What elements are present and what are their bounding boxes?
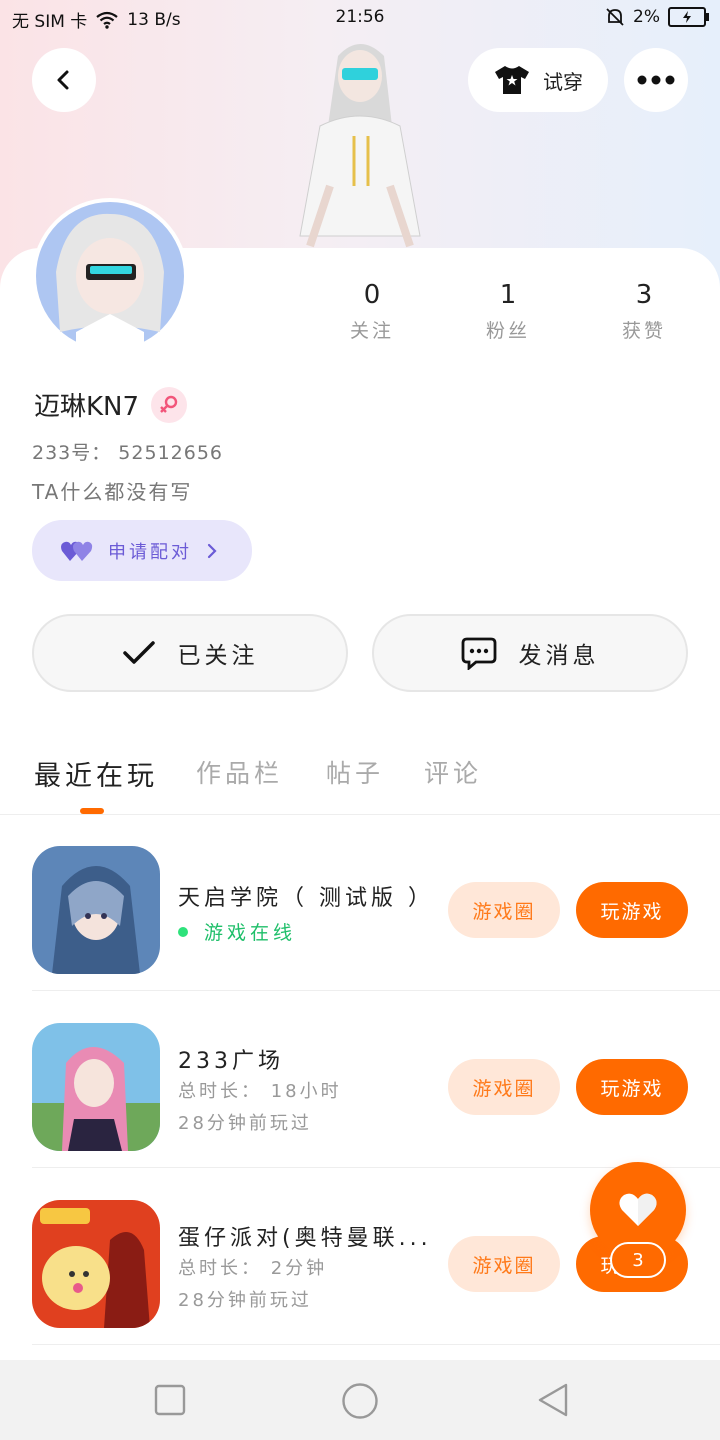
game-circle-button[interactable]: 游戏圈	[448, 882, 560, 938]
last-played: 28分钟前玩过	[178, 1290, 312, 1311]
stat-likes[interactable]: 3 获赞	[584, 280, 704, 343]
system-nav-bar	[0, 1360, 720, 1440]
game-title: 蛋仔派对(奥特曼联...	[178, 1226, 432, 1251]
request-pair-button[interactable]: 申请配对	[32, 520, 252, 581]
play-duration: 总时长： 18小时	[178, 1081, 342, 1102]
tab-comments[interactable]: 评论	[424, 754, 482, 790]
back-nav-icon[interactable]	[536, 1382, 570, 1418]
more-icon	[637, 75, 675, 85]
battery-icon	[668, 7, 709, 27]
status-bar: 无 SIM 卡 13 B/s 21:56 2%	[0, 0, 720, 36]
user-name: 迈琳KN7	[34, 392, 140, 422]
stat-followers[interactable]: 1 粉丝	[448, 280, 568, 343]
online-dot-icon	[178, 926, 188, 937]
back-icon	[57, 70, 69, 90]
stat-label: 关注	[349, 320, 394, 342]
tshirt-icon	[495, 66, 529, 94]
user-name-row: 迈琳KN7	[34, 386, 188, 423]
play-duration: 总时长： 2分钟	[178, 1258, 328, 1279]
play-game-button[interactable]: 玩游戏	[576, 882, 688, 938]
game-icon	[32, 1023, 160, 1151]
profile-tabs: 最近在玩 作品栏 帖子 评论	[0, 746, 720, 815]
message-button[interactable]: 发消息	[372, 614, 688, 692]
pair-label: 申请配对	[108, 541, 192, 563]
list-item[interactable]: 233广场 总时长： 18小时 28分钟前玩过 游戏圈 玩游戏	[0, 991, 720, 1168]
tab-recently-played[interactable]: 最近在玩	[34, 754, 158, 793]
hearts-icon	[61, 541, 93, 561]
game-icon	[32, 1200, 160, 1328]
recent-apps-icon[interactable]	[154, 1384, 186, 1416]
chevron-right-icon	[207, 543, 217, 558]
status-right: 2%	[605, 7, 709, 27]
game-title: 233广场	[178, 1049, 284, 1074]
female-icon	[151, 386, 188, 423]
chat-icon	[461, 637, 496, 670]
more-button[interactable]	[624, 48, 688, 112]
stat-label: 粉丝	[485, 320, 530, 342]
home-icon[interactable]	[341, 1382, 379, 1420]
check-icon	[122, 641, 155, 664]
tab-posts[interactable]: 帖子	[326, 754, 384, 790]
avatar-image	[36, 202, 184, 350]
user-bio: TA什么都没有写	[32, 480, 193, 504]
game-circle-button[interactable]: 游戏圈	[448, 1059, 560, 1115]
last-played: 28分钟前玩过	[178, 1113, 312, 1134]
message-label: 发消息	[518, 643, 600, 669]
avatar-3d-model[interactable]	[280, 36, 440, 250]
game-icon	[32, 846, 160, 974]
stat-value: 3	[635, 280, 653, 310]
avatar[interactable]	[32, 198, 188, 354]
like-count-badge: 3	[610, 1242, 666, 1278]
battery-percent: 2%	[633, 7, 660, 27]
stat-value: 1	[499, 280, 517, 310]
try-on-button[interactable]: 试穿	[468, 48, 608, 112]
divider	[32, 1344, 720, 1345]
stat-value: 0	[363, 280, 381, 310]
game-circle-button[interactable]: 游戏圈	[448, 1236, 560, 1292]
stat-following[interactable]: 0 关注	[312, 280, 432, 343]
back-button[interactable]	[32, 48, 96, 112]
user-id: 233号： 52512656	[32, 442, 224, 464]
tab-works[interactable]: 作品栏	[196, 754, 283, 790]
followed-button[interactable]: 已关注	[32, 614, 348, 692]
stat-label: 获赞	[621, 320, 666, 342]
try-on-label: 试穿	[543, 69, 583, 94]
online-label: 游戏在线	[204, 922, 297, 944]
heart-icon	[619, 1193, 657, 1226]
followed-label: 已关注	[177, 643, 259, 669]
online-status: 游戏在线	[178, 918, 296, 945]
list-item[interactable]: 天启学院（ 测试版 ） 游戏在线 游戏圈 玩游戏	[0, 814, 720, 991]
mute-bell-icon	[606, 8, 624, 26]
play-game-button[interactable]: 玩游戏	[576, 1059, 688, 1115]
game-title: 天启学院（ 测试版 ）	[178, 886, 434, 911]
